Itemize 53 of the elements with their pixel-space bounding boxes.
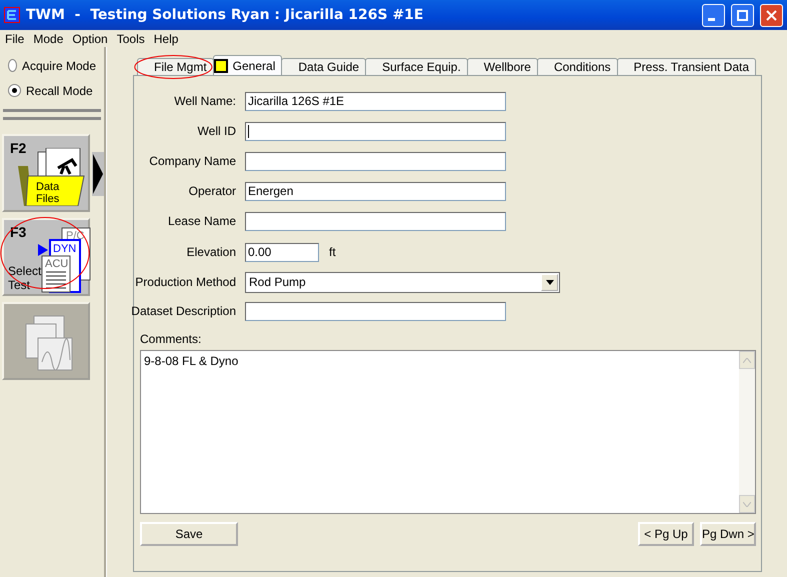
minimize-icon [708,18,715,20]
unit-label: ft [329,245,336,259]
field-label: Company Name [149,154,236,168]
tab[interactable]: Data Guide [281,58,366,75]
button-caption: Select Test [8,264,42,292]
key-label: F3 [10,224,26,240]
menu-item[interactable]: Mode [30,32,70,46]
input-field[interactable]: 0.00 [245,242,319,262]
mode-radio[interactable]: Acquire Mode [0,53,104,78]
field-label: Operator [188,184,236,198]
tab[interactable]: Surface Equip. [365,58,468,75]
tab[interactable]: General [212,55,282,75]
mode-radio[interactable]: Recall Mode [0,78,104,103]
key-label: F2 [10,140,26,156]
side-button[interactable]: F2 Data Files [2,134,90,212]
tab[interactable]: Conditions [536,58,618,75]
input-field[interactable]: Jicarilla 126S #1E [245,92,506,110]
input-field[interactable]: Energen [245,182,506,200]
comments-field[interactable]: 9-8-08 FL & Dyno [140,350,756,514]
input-field[interactable] [245,302,506,320]
minimize-button[interactable] [702,4,725,26]
field-label: Well Name: [174,94,236,108]
input-field[interactable] [245,212,506,230]
field-label: Well ID [198,124,236,138]
app-icon [4,7,20,23]
field-label: Lease Name [168,214,236,228]
page-button[interactable]: Pg Dwn > [700,522,756,546]
field-label: Production Method [135,275,236,289]
menu-item[interactable]: Tools [114,32,151,46]
side-button[interactable]: F3 P/C DYN ACU Select Test [2,218,90,296]
dropdown-arrow-icon [546,280,554,284]
field-label: Elevation [186,245,236,259]
comments-label: Comments: [140,332,202,346]
close-icon [766,10,777,20]
radio-dot-icon [12,88,17,93]
expand-arrow-icon[interactable] [92,152,104,196]
menu-item[interactable]: Option [69,32,114,46]
radio-button[interactable] [8,59,17,72]
tab[interactable]: Wellbore [466,58,538,75]
menu-item[interactable]: Help [150,32,184,46]
radio-button[interactable] [8,84,21,97]
close-button[interactable] [760,4,783,26]
maximize-button[interactable] [731,4,754,26]
production-method-dropdown[interactable]: Rod Pump [245,272,560,292]
window-title: TWM - Testing Solutions Ryan : Jicarilla 126S #1E [26,7,424,23]
maximize-icon [737,10,748,20]
field-label: Dataset Description [131,304,236,318]
menu-item[interactable]: File [2,32,30,46]
input-field[interactable] [245,152,506,170]
page-button[interactable]: < Pg Up [638,522,694,546]
save-button[interactable]: Save [140,522,238,546]
tab[interactable]: Press. Transient Data [616,58,756,75]
input-field[interactable] [245,122,506,140]
